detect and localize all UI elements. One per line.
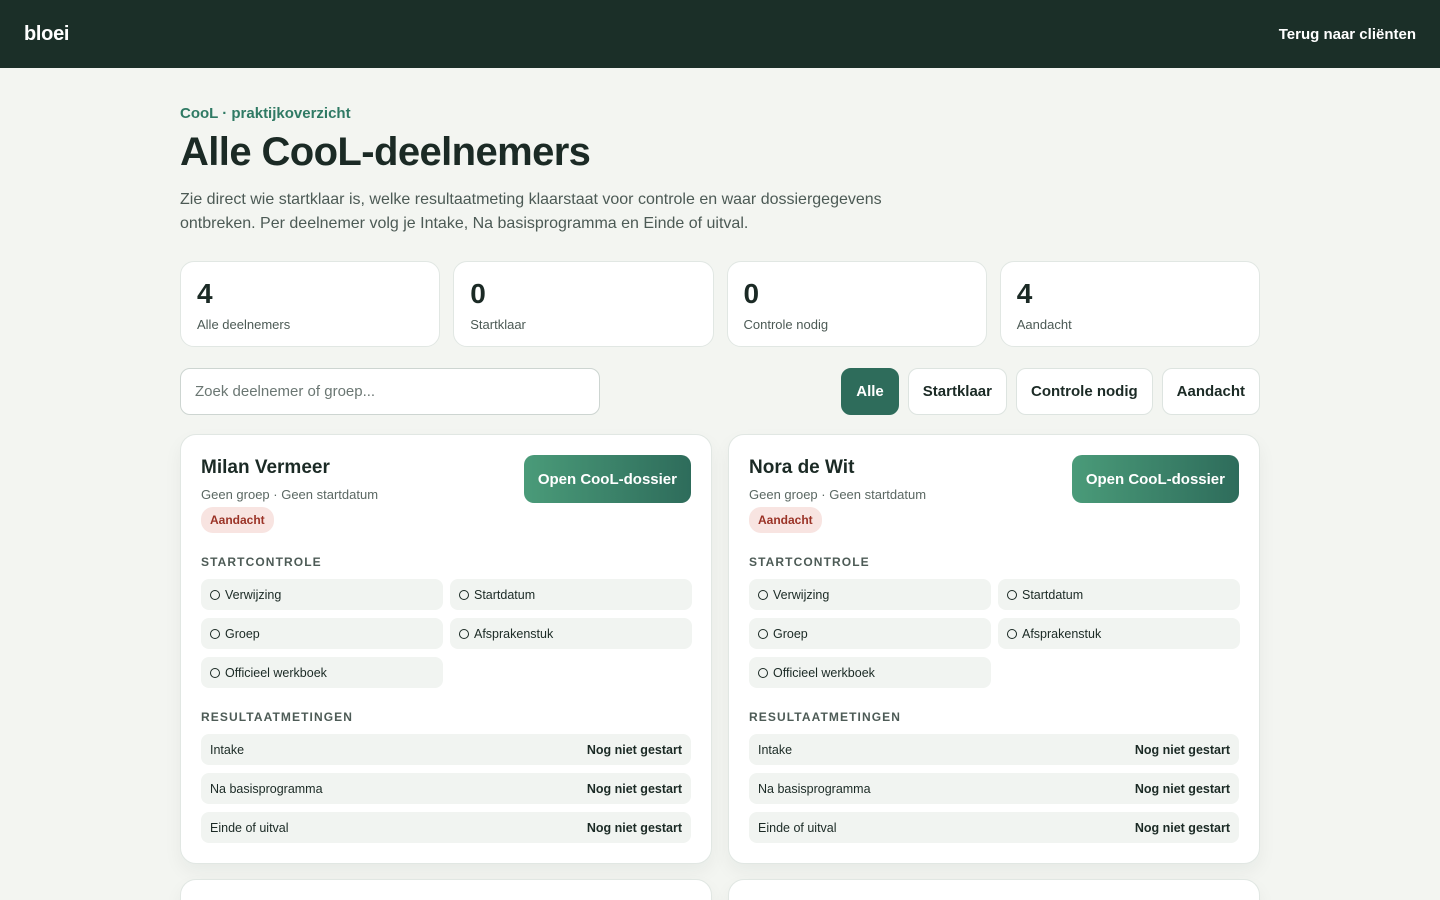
resultaatmetingen-heading: RESULTAATMETINGEN xyxy=(201,710,354,724)
participant-card: Milan Vermeer Geen groep · Geen startdat… xyxy=(180,434,712,864)
search-input[interactable] xyxy=(180,368,600,415)
empty-circle-icon xyxy=(758,667,768,678)
check-label: Startdatum xyxy=(1022,587,1084,602)
meting-row: Na basisprogramma Nog niet gestart xyxy=(201,773,691,804)
filter-startklaar-button[interactable]: Startklaar xyxy=(907,368,1007,415)
empty-circle-icon xyxy=(758,589,768,600)
participant-card-partial xyxy=(180,879,712,900)
status-badge: Aandacht xyxy=(749,507,822,533)
toolbar: Alle Startklaar Controle nodig Aandacht xyxy=(180,368,1260,415)
check-label: Verwijzing xyxy=(773,587,830,602)
check-item: Afsprakenstuk xyxy=(998,618,1240,649)
filter-aandacht-button[interactable]: Aandacht xyxy=(1161,368,1260,415)
status-badge: Aandacht xyxy=(201,507,274,533)
empty-circle-icon xyxy=(758,628,768,639)
stat-value: 0 xyxy=(743,278,760,309)
main-content: CooL · praktijkoverzicht Alle CooL-deeln… xyxy=(180,68,1260,900)
stat-card-all: 4 Alle deelnemers xyxy=(180,261,441,347)
participant-name: Milan Vermeer xyxy=(201,457,330,478)
back-to-clients-link[interactable]: Terug naar cliënten xyxy=(1279,26,1416,43)
empty-circle-icon xyxy=(1007,589,1017,600)
check-item: Officieel werkboek xyxy=(749,657,991,688)
meting-row: Einde of uitval Nog niet gestart xyxy=(749,812,1239,843)
meting-label: Intake xyxy=(758,742,793,757)
empty-circle-icon xyxy=(210,628,220,639)
startcontrole-list: Verwijzing Startdatum Groep Afsprakenstu… xyxy=(749,579,1240,688)
meting-label: Intake xyxy=(210,742,245,757)
check-label: Officieel werkboek xyxy=(225,665,327,680)
open-dossier-button[interactable]: Open CooL-dossier xyxy=(523,455,691,503)
participant-card: Nora de Wit Geen groep · Geen startdatum… xyxy=(728,434,1260,864)
meting-list: Intake Nog niet gestart Na basisprogramma… xyxy=(201,734,691,843)
check-label: Verwijzing xyxy=(225,587,282,602)
check-item: Officieel werkboek xyxy=(201,657,443,688)
stat-label: Aandacht xyxy=(1016,317,1072,332)
eyebrow: CooL · praktijkoverzicht xyxy=(180,105,351,122)
meting-row: Na basisprogramma Nog niet gestart xyxy=(749,773,1239,804)
check-item: Startdatum xyxy=(998,579,1240,610)
check-item: Groep xyxy=(201,618,443,649)
stat-label: Controle nodig xyxy=(743,317,829,332)
meting-status: Nog niet gestart xyxy=(586,820,682,835)
meting-label: Na basisprogramma xyxy=(210,781,323,796)
page-intro: Zie direct wie startklaar is, welke resu… xyxy=(180,191,882,232)
filter-alle-button[interactable]: Alle xyxy=(841,368,899,415)
meting-row: Intake Nog niet gestart xyxy=(749,734,1239,765)
check-label: Afsprakenstuk xyxy=(474,626,554,641)
empty-circle-icon xyxy=(210,667,220,678)
check-item: Afsprakenstuk xyxy=(450,618,692,649)
check-label: Groep xyxy=(225,626,260,641)
stat-label: Startklaar xyxy=(470,317,526,332)
participant-name: Nora de Wit xyxy=(749,457,855,478)
stat-value: 4 xyxy=(1016,278,1033,309)
meting-label: Einde of uitval xyxy=(758,820,837,835)
check-label: Startdatum xyxy=(474,587,536,602)
stat-card-controle: 0 Controle nodig xyxy=(726,261,987,347)
startcontrole-heading: STARTCONTROLE xyxy=(749,555,870,569)
participant-meta: Geen groep · Geen startdatum xyxy=(749,487,927,502)
meting-row: Einde of uitval Nog niet gestart xyxy=(201,812,691,843)
startcontrole-heading: STARTCONTROLE xyxy=(201,555,322,569)
stat-card-aandacht: 4 Aandacht xyxy=(999,261,1260,347)
check-item: Verwijzing xyxy=(201,579,443,610)
card-header: Nora de Wit Geen groep · Geen startdatum… xyxy=(749,455,1239,503)
check-item: Startdatum xyxy=(450,579,692,610)
stat-value: 0 xyxy=(470,278,486,309)
meting-status: Nog niet gestart xyxy=(1134,820,1230,835)
page-title: Alle CooL-deelnemers xyxy=(180,130,591,174)
participant-meta: Geen groep · Geen startdatum xyxy=(201,487,379,502)
empty-circle-icon xyxy=(459,628,469,639)
filter-group: Alle Startklaar Controle nodig Aandacht xyxy=(841,368,1260,415)
filter-controle-button[interactable]: Controle nodig xyxy=(1016,368,1153,415)
stat-value: 4 xyxy=(197,278,213,309)
meting-status: Nog niet gestart xyxy=(586,781,682,796)
check-item: Groep xyxy=(749,618,991,649)
meting-list: Intake Nog niet gestart Na basisprogramma… xyxy=(749,734,1239,843)
meting-label: Na basisprogramma xyxy=(758,781,871,796)
check-label: Afsprakenstuk xyxy=(1022,626,1102,641)
card-header: Milan Vermeer Geen groep · Geen startdat… xyxy=(201,455,691,503)
resultaatmetingen-heading: RESULTAATMETINGEN xyxy=(749,710,902,724)
top-bar: bloei Terug naar cliënten xyxy=(0,0,1440,68)
meting-status: Nog niet gestart xyxy=(586,742,682,757)
stat-label: Alle deelnemers xyxy=(197,317,291,332)
stats-row: 4 Alle deelnemers 0 Startklaar 0 Control… xyxy=(180,261,1260,347)
stat-card-startklaar: 0 Startklaar xyxy=(453,261,714,347)
meting-status: Nog niet gestart xyxy=(1134,781,1230,796)
empty-circle-icon xyxy=(210,589,220,600)
startcontrole-list: Verwijzing Startdatum Groep Afsprakenstu… xyxy=(201,579,692,688)
participant-card-partial xyxy=(728,879,1260,900)
check-item: Verwijzing xyxy=(749,579,991,610)
open-dossier-button[interactable]: Open CooL-dossier xyxy=(1071,455,1239,503)
meting-row: Intake Nog niet gestart xyxy=(201,734,691,765)
meting-label: Einde of uitval xyxy=(210,820,289,835)
empty-circle-icon xyxy=(459,589,469,600)
brand-logo[interactable]: bloei xyxy=(24,23,69,46)
meting-status: Nog niet gestart xyxy=(1134,742,1230,757)
empty-circle-icon xyxy=(1007,628,1017,639)
check-label: Groep xyxy=(773,626,808,641)
check-label: Officieel werkboek xyxy=(773,665,875,680)
participant-grid: Milan Vermeer Geen groep · Geen startdat… xyxy=(180,434,1260,900)
